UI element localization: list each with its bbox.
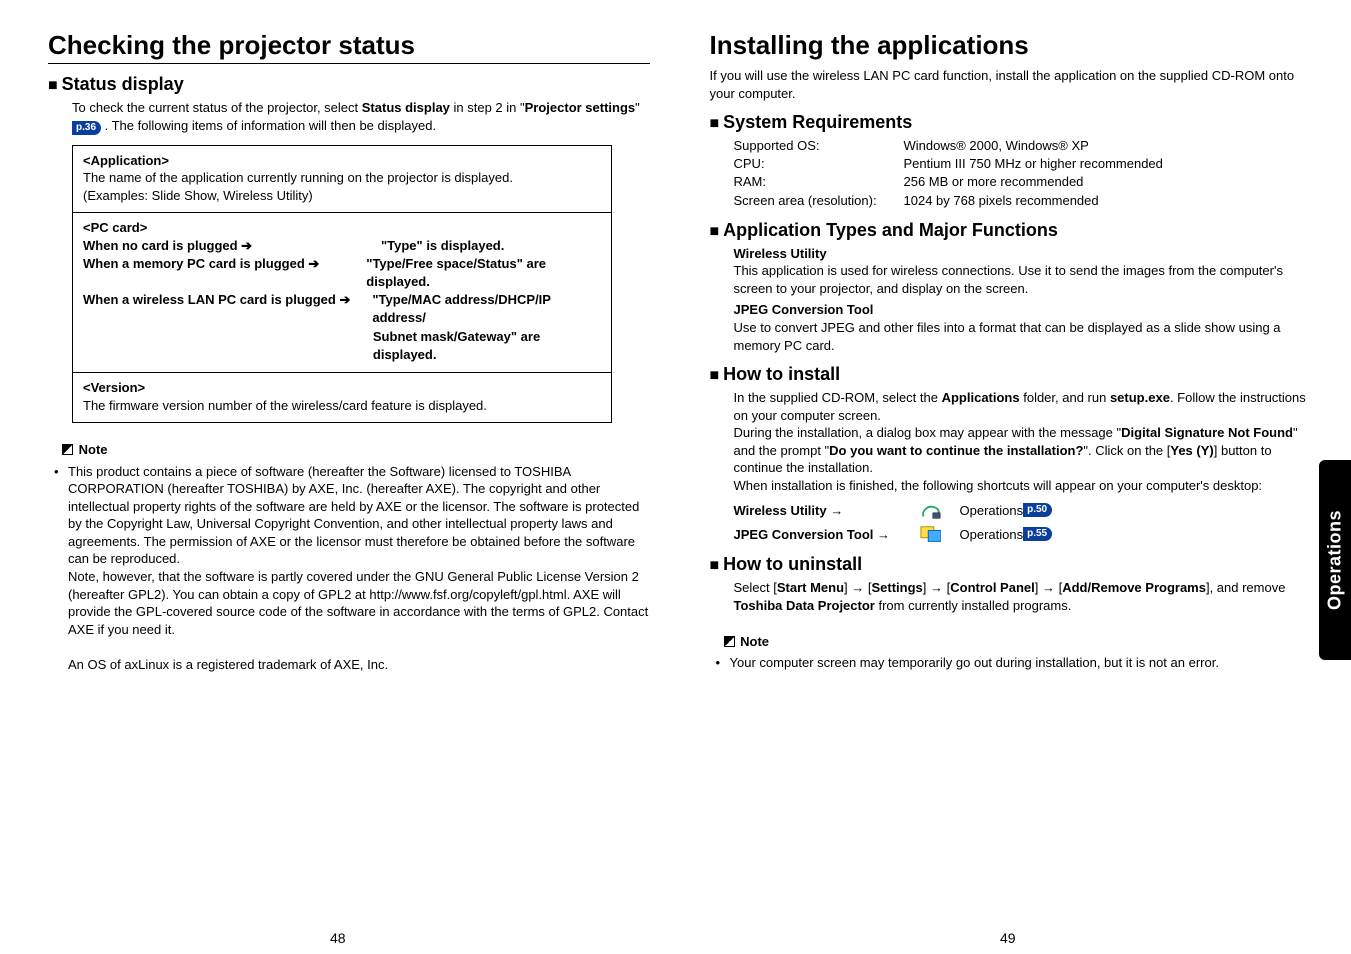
uninstall-heading: ■How to uninstall (710, 554, 1312, 575)
right-note-list: Your computer screen may temporarily go … (716, 654, 1312, 672)
right-page: Installing the applications If you will … (710, 30, 1312, 673)
left-page: Checking the projector status ■Status di… (40, 30, 650, 673)
install-body: In the supplied CD-ROM, select the Appli… (734, 389, 1312, 544)
note-icon (62, 444, 73, 455)
jpeg-conversion-tool-icon (920, 524, 942, 544)
square-bullet-icon: ■ (710, 557, 720, 574)
square-bullet-icon: ■ (710, 223, 720, 240)
square-bullet-icon: ■ (48, 77, 58, 94)
box-version: <Version> The firmware version number of… (73, 373, 611, 422)
page-number-right: 49 (1000, 930, 1016, 946)
note-icon (724, 636, 735, 647)
right-title: Installing the applications (710, 30, 1312, 61)
page-ref-36: p.36 (72, 121, 101, 135)
left-title: Checking the projector status (48, 30, 650, 64)
wireless-utility-icon (920, 500, 942, 520)
install-heading: ■How to install (710, 364, 1312, 385)
shortcut-jpeg-tool: JPEG Conversion Tool → Operations p.55 (734, 524, 1312, 544)
box-application: <Application> The name of the applicatio… (73, 146, 611, 214)
page-number-left: 48 (330, 930, 346, 946)
status-info-box: <Application> The name of the applicatio… (72, 145, 612, 424)
right-intro: If you will use the wireless LAN PC card… (710, 67, 1312, 102)
uninstall-body: Select [Start Menu] → [Settings] → [Cont… (734, 579, 1312, 614)
status-display-heading: ■Status display (48, 74, 650, 95)
left-note-item: This product contains a piece of softwar… (54, 463, 650, 674)
sysreq-heading: ■System Requirements (710, 112, 1312, 133)
apps-body: Wireless Utility This application is use… (734, 245, 1312, 354)
page-ref-55: p.55 (1023, 527, 1052, 541)
square-bullet-icon: ■ (710, 115, 720, 132)
left-note-list: This product contains a piece of softwar… (54, 463, 650, 674)
right-note-heading: Note (724, 633, 1312, 651)
side-tab-operations: Operations (1319, 460, 1351, 660)
square-bullet-icon: ■ (710, 367, 720, 384)
right-note-item: Your computer screen may temporarily go … (716, 654, 1312, 672)
left-note-heading: Note (62, 441, 650, 459)
box-pccard: <PC card> When no card is plugged ➔"Type… (73, 213, 611, 373)
sysreq-table: Supported OS:Windows® 2000, Windows® XP … (734, 137, 1312, 210)
status-display-intro: To check the current status of the proje… (72, 99, 650, 135)
apps-heading: ■Application Types and Major Functions (710, 220, 1312, 241)
page-ref-50: p.50 (1023, 503, 1052, 517)
shortcut-wireless-utility: Wireless Utility → Operations p.50 (734, 500, 1312, 520)
